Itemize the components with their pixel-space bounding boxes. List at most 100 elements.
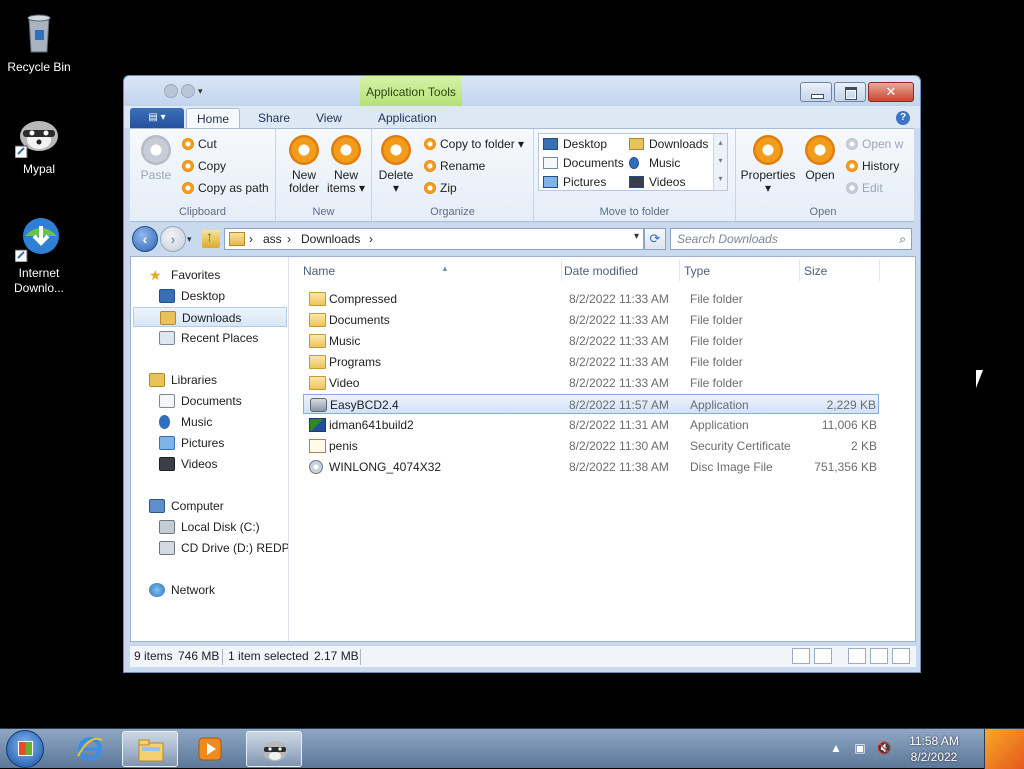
column-header-size[interactable]: Size [804,261,827,281]
file-row-easybcd[interactable]: EasyBCD2.4 8/2/2022 11:57 AM Application… [303,394,879,414]
column-divider[interactable] [879,259,880,281]
open-button[interactable]: Open [800,135,840,182]
preview-pane-toggle-icon[interactable] [870,648,888,664]
file-menu-button[interactable]: ▤ ▾ [130,108,184,128]
cut-button[interactable]: Cut [180,135,217,153]
column-header-name[interactable]: Name ▲ [303,261,449,281]
nav-network[interactable]: Network [149,580,215,600]
back-button[interactable]: ‹ [132,226,158,252]
delete-button[interactable]: Delete ▾ [376,135,416,195]
file-row-certificate[interactable]: penis 8/2/2022 11:30 AM Security Certifi… [303,436,879,456]
nav-libraries[interactable]: Libraries [149,370,217,390]
address-dropdown-icon[interactable]: ▾ [634,231,639,242]
move-to-desktop[interactable]: Desktop [541,135,607,153]
nav-documents[interactable]: Documents [159,391,242,411]
nav-cd-drive[interactable]: CD Drive (D:) REDPIL [159,538,288,558]
tab-application[interactable]: Application [368,108,447,129]
search-input[interactable]: Search Downloads ⌕ [670,228,912,250]
move-to-videos-label: Videos [649,175,686,189]
file-row-compressed[interactable]: Compressed 8/2/2022 11:33 AM File folder [303,289,879,309]
file-row-video[interactable]: Video 8/2/2022 11:33 AM File folder [303,373,879,393]
new-folder-button[interactable]: New folder [284,135,324,195]
file-row-programs[interactable]: Programs 8/2/2022 11:33 AM File folder [303,352,879,372]
history-button[interactable]: History [844,157,899,175]
taskbar-media-player[interactable] [182,731,238,767]
qat-properties-icon[interactable] [164,84,178,98]
breadcrumb-separator[interactable]: › [249,232,253,246]
forward-button[interactable]: › [160,226,186,252]
nav-desktop[interactable]: Desktop [159,286,225,306]
large-icons-view-icon[interactable] [814,648,832,664]
maximize-button[interactable] [834,82,866,102]
network-tray-icon[interactable]: ▣ [852,741,868,757]
nav-pictures[interactable]: Pictures [159,433,224,453]
details-view-icon[interactable] [792,648,810,664]
move-to-documents[interactable]: Documents [541,154,624,172]
column-header-type[interactable]: Type [684,261,710,281]
desktop-icon-recycle-bin[interactable]: Recycle Bin [0,8,78,75]
file-row-music[interactable]: Music 8/2/2022 11:33 AM File folder [303,331,879,351]
nav-videos[interactable]: Videos [159,454,217,474]
start-button[interactable] [6,730,44,768]
column-divider[interactable] [679,259,680,281]
title-bar[interactable]: ▾ Application Tools [124,76,920,106]
documents-icon [159,394,175,408]
move-to-music[interactable]: Music [627,154,680,172]
help-icon[interactable]: ? [896,111,910,125]
nav-downloads[interactable]: Downloads [133,307,287,327]
file-row-winlong[interactable]: WINLONG_4074X32 8/2/2022 11:38 AM Disc I… [303,457,879,477]
move-to-videos[interactable]: Videos [627,173,685,191]
rename-button[interactable]: Rename [422,157,485,175]
clock[interactable]: 11:58 AM 8/2/2022 [904,733,964,765]
nav-local-disk[interactable]: Local Disk (C:) [159,517,260,537]
copy-as-path-button[interactable]: Copy as path [180,179,269,197]
edit-button[interactable]: Edit [844,179,883,197]
new-items-icon [331,135,361,165]
tab-share[interactable]: Share [248,108,300,129]
open-with-button[interactable]: Open w [844,135,903,153]
nav-music[interactable]: Music [159,412,212,432]
address-bar[interactable]: › ass › Downloads › ▾ [224,228,644,250]
nav-computer[interactable]: Computer [149,496,224,516]
nav-favorites[interactable]: ★ Favorites [149,265,220,285]
show-desktop-button[interactable] [984,729,1024,769]
breadcrumb-ass[interactable]: ass [263,232,282,246]
breadcrumb-separator[interactable]: › [287,232,291,246]
breadcrumb-downloads[interactable]: Downloads [301,232,360,246]
search-icon[interactable]: ⌕ [899,229,906,249]
zip-button[interactable]: Zip [422,179,457,197]
refresh-button[interactable]: ⟳ [644,228,666,250]
new-items-button[interactable]: New items ▾ [326,135,366,195]
close-button[interactable] [868,82,914,102]
desktop-icon-internet-download-manager[interactable]: Internet Downlo... [0,214,78,296]
desktop-icon-mypal[interactable]: Mypal [0,110,78,177]
paste-button[interactable]: Paste [136,135,176,182]
breadcrumb-separator[interactable]: › [369,232,373,246]
taskbar-mypal[interactable] [246,731,302,767]
properties-button[interactable]: Properties ▾ [740,135,796,195]
copy-button[interactable]: Copy [180,157,226,175]
nav-recent-places[interactable]: Recent Places [159,328,258,348]
taskbar-file-explorer[interactable] [122,731,178,767]
column-divider[interactable] [799,259,800,281]
details-pane-toggle-icon[interactable] [892,648,910,664]
copy-to-folder-button[interactable]: Copy to folder ▾ [422,135,524,153]
move-to-pictures[interactable]: Pictures [541,173,606,191]
volume-muted-icon[interactable]: 🔇 [876,741,892,757]
navigation-pane-toggle-icon[interactable] [848,648,866,664]
file-row-idman[interactable]: idman641build2 8/2/2022 11:31 AM Applica… [303,415,879,435]
column-header-date-modified[interactable]: Date modified [564,261,638,281]
qat-new-folder-icon[interactable] [181,84,195,98]
tab-home[interactable]: Home [186,108,241,129]
qat-dropdown-icon[interactable]: ▾ [198,84,208,98]
column-divider[interactable] [561,259,562,281]
tab-view[interactable]: View [306,108,352,129]
gallery-scrollbar[interactable]: ▴ ▾ ▾ [713,134,727,190]
recent-locations-dropdown-icon[interactable]: ▾ [187,234,192,245]
minimize-button[interactable] [800,82,832,102]
file-row-documents[interactable]: Documents 8/2/2022 11:33 AM File folder [303,310,879,330]
move-to-downloads[interactable]: Downloads [627,135,708,153]
show-hidden-icons-icon[interactable]: ▲ [828,741,844,757]
taskbar-internet-explorer[interactable] [62,731,118,767]
up-folder-button[interactable] [202,228,220,248]
